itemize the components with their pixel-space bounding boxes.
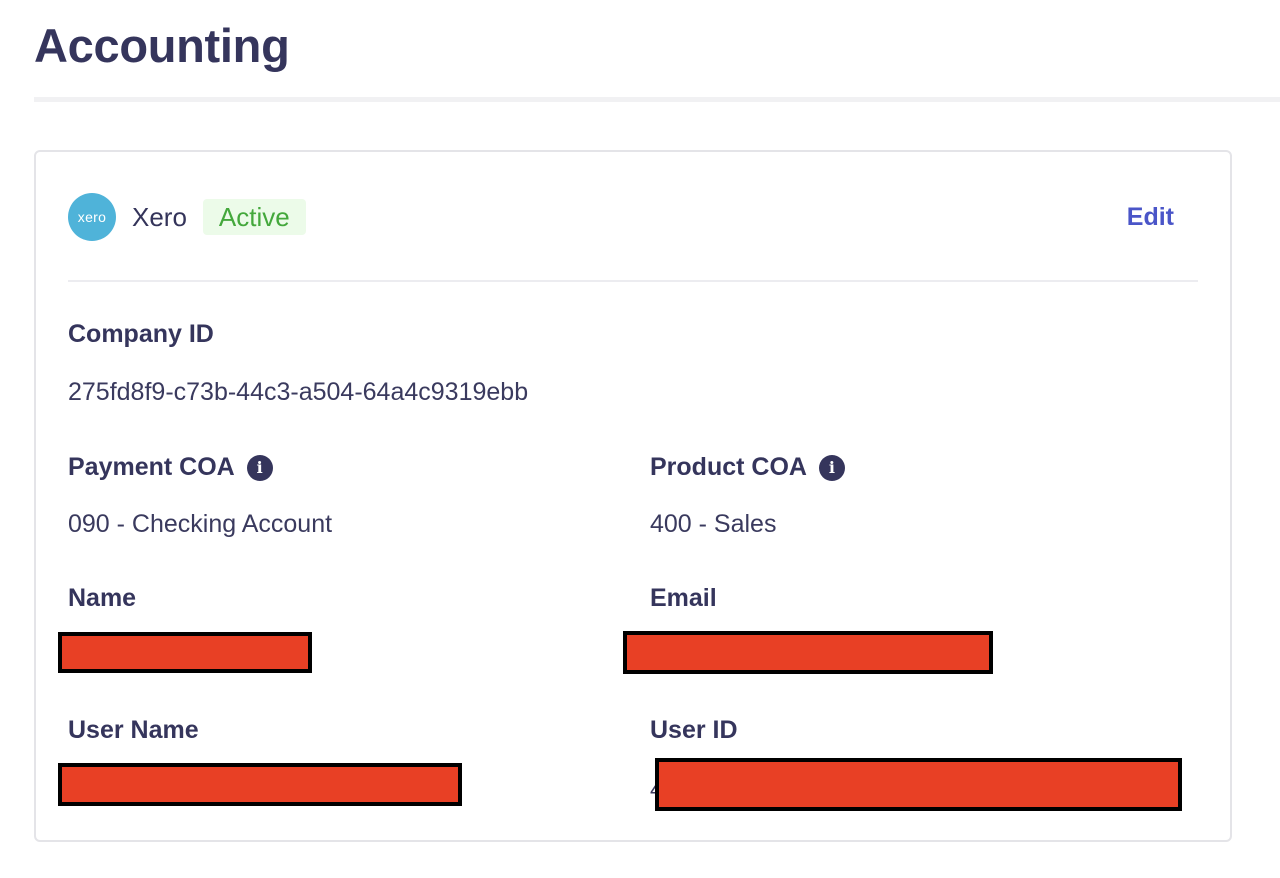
page-title: Accounting	[34, 19, 290, 72]
email-redaction	[623, 631, 993, 674]
payment-coa-label: Payment COA i	[68, 453, 273, 482]
company-id-label: Company ID	[68, 320, 214, 349]
name-label: Name	[68, 584, 136, 613]
user-id-redaction	[655, 758, 1182, 811]
user-name-label-text: User Name	[68, 716, 199, 744]
company-id-value: 275fd8f9-c73b-44c3-a504-64a4c9319ebb	[68, 378, 529, 406]
email-label: Email	[650, 584, 717, 613]
status-badge: Active	[202, 199, 306, 235]
product-coa-value: 400 - Sales	[650, 510, 777, 538]
provider-name: Xero	[132, 201, 187, 232]
xero-logo-icon: xero	[68, 193, 116, 241]
user-name-redaction	[58, 763, 462, 806]
product-coa-label-text: Product COA	[650, 453, 807, 481]
title-divider	[34, 97, 1280, 102]
user-name-label: User Name	[68, 716, 199, 745]
product-coa-label: Product COA i	[650, 453, 845, 482]
edit-button[interactable]: Edit	[1127, 203, 1174, 232]
header-divider	[68, 280, 1198, 282]
user-id-label: User ID	[650, 716, 738, 745]
integration-card: xero Xero Active Edit Company ID 275fd8f…	[34, 150, 1232, 842]
info-icon[interactable]: i	[818, 454, 845, 481]
name-label-text: Name	[68, 584, 137, 612]
xero-logo-text: xero	[77, 209, 107, 225]
info-icon[interactable]: i	[246, 454, 273, 481]
payment-coa-value: 090 - Checking Account	[68, 510, 333, 538]
payment-coa-label-text: Payment COA	[68, 453, 235, 481]
company-id-label-text: Company ID	[68, 320, 214, 348]
email-label-text: Email	[650, 584, 717, 612]
user-id-label-text: User ID	[650, 716, 738, 744]
name-redaction	[58, 632, 312, 673]
card-header: xero Xero Active Edit	[68, 192, 1174, 242]
